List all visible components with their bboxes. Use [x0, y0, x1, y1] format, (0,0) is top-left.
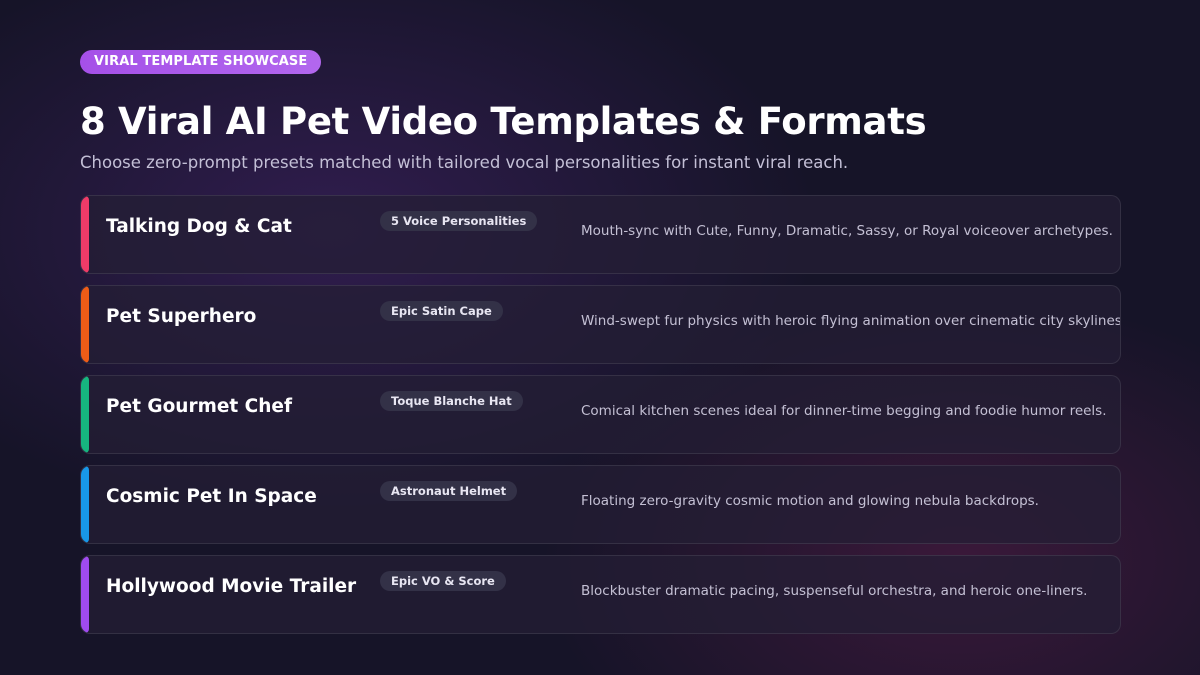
template-tag: 5 Voice Personalities — [380, 211, 538, 231]
template-title: Hollywood Movie Trailer — [106, 576, 357, 597]
accent-bar — [81, 466, 89, 543]
template-tag: Epic Satin Cape — [380, 301, 503, 321]
template-description: Mouth-sync with Cute, Funny, Dramatic, S… — [581, 223, 1113, 239]
template-card-talking-dog-cat: Talking Dog & Cat 5 Voice Personalities … — [80, 195, 1121, 274]
page-title: 8 Viral AI Pet Video Templates & Formats — [80, 100, 927, 143]
template-card-pet-superhero: Pet Superhero Epic Satin Cape Wind-swept… — [80, 285, 1121, 364]
page-subtitle: Choose zero-prompt presets matched with … — [80, 153, 849, 172]
accent-bar — [81, 376, 89, 453]
accent-bar — [81, 196, 89, 273]
accent-bar — [81, 286, 89, 363]
template-description: Blockbuster dramatic pacing, suspenseful… — [581, 583, 1088, 599]
showcase-badge: VIRAL TEMPLATE SHOWCASE — [80, 50, 322, 74]
template-description: Wind-swept fur physics with heroic flyin… — [581, 313, 1121, 329]
template-description: Floating zero-gravity cosmic motion and … — [581, 493, 1039, 509]
template-title: Cosmic Pet In Space — [106, 486, 317, 507]
template-title: Pet Gourmet Chef — [106, 396, 293, 417]
template-tag: Toque Blanche Hat — [380, 391, 523, 411]
accent-bar — [81, 556, 89, 633]
template-tag: Epic VO & Score — [380, 571, 506, 591]
template-tag: Astronaut Helmet — [380, 481, 518, 501]
template-card-pet-gourmet-chef: Pet Gourmet Chef Toque Blanche Hat Comic… — [80, 375, 1121, 454]
template-card-hollywood-movie-trailer: Hollywood Movie Trailer Epic VO & Score … — [80, 555, 1121, 634]
template-title: Pet Superhero — [106, 306, 257, 327]
template-list: Talking Dog & Cat 5 Voice Personalities … — [80, 195, 1121, 645]
template-description: Comical kitchen scenes ideal for dinner-… — [581, 403, 1107, 419]
template-title: Talking Dog & Cat — [106, 216, 292, 237]
template-card-cosmic-pet-in-space: Cosmic Pet In Space Astronaut Helmet Flo… — [80, 465, 1121, 544]
